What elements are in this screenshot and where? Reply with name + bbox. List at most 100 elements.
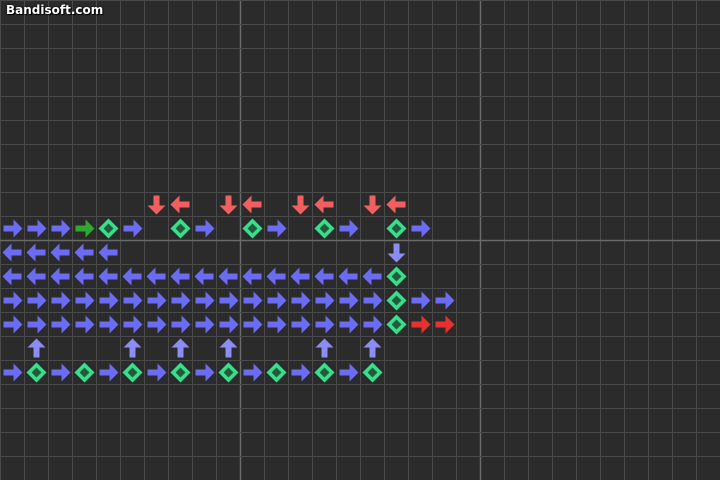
- diamond-tile[interactable]: [242, 218, 263, 239]
- arrow-right-icon[interactable]: [147, 363, 167, 382]
- arrow-right-icon[interactable]: [435, 315, 455, 334]
- arrow-down-icon[interactable]: [219, 195, 238, 215]
- diamond-tile[interactable]: [362, 362, 383, 383]
- arrow-right-icon[interactable]: [75, 291, 95, 310]
- arrow-left-icon[interactable]: [218, 267, 238, 286]
- arrow-right-icon[interactable]: [99, 291, 119, 310]
- arrow-left-icon[interactable]: [170, 267, 190, 286]
- arrow-right-icon[interactable]: [243, 315, 263, 334]
- arrow-right-icon[interactable]: [27, 315, 47, 334]
- arrow-right-icon[interactable]: [123, 291, 143, 310]
- arrow-left-icon[interactable]: [338, 267, 358, 286]
- arrow-left-icon[interactable]: [50, 267, 70, 286]
- diamond-tile[interactable]: [26, 362, 47, 383]
- arrow-down-icon[interactable]: [363, 195, 382, 215]
- arrow-right-icon[interactable]: [363, 291, 383, 310]
- arrow-right-icon[interactable]: [27, 219, 47, 238]
- arrow-left-icon[interactable]: [242, 267, 262, 286]
- arrow-right-icon[interactable]: [339, 315, 359, 334]
- arrow-right-icon[interactable]: [171, 315, 191, 334]
- arrow-left-icon[interactable]: [26, 243, 46, 262]
- board-grid[interactable]: [0, 0, 720, 480]
- diamond-tile[interactable]: [122, 362, 143, 383]
- arrow-left-icon[interactable]: [26, 267, 46, 286]
- arrow-right-icon[interactable]: [51, 315, 71, 334]
- arrow-up-icon[interactable]: [315, 338, 334, 358]
- diamond-tile[interactable]: [74, 362, 95, 383]
- diamond-tile[interactable]: [218, 362, 239, 383]
- arrow-right-icon[interactable]: [339, 363, 359, 382]
- diamond-tile[interactable]: [386, 290, 407, 311]
- arrow-right-icon[interactable]: [411, 291, 431, 310]
- arrow-left-icon[interactable]: [146, 267, 166, 286]
- arrow-down-icon[interactable]: [147, 195, 166, 215]
- arrow-right-icon[interactable]: [3, 315, 23, 334]
- arrow-up-icon[interactable]: [123, 338, 142, 358]
- arrow-right-icon[interactable]: [291, 315, 311, 334]
- arrow-up-icon[interactable]: [171, 338, 190, 358]
- diamond-tile[interactable]: [386, 314, 407, 335]
- arrow-right-icon[interactable]: [363, 315, 383, 334]
- arrow-right-icon[interactable]: [99, 363, 119, 382]
- arrow-left-icon[interactable]: [386, 195, 406, 214]
- arrow-left-icon[interactable]: [50, 243, 70, 262]
- arrow-left-icon[interactable]: [98, 267, 118, 286]
- arrow-right-icon[interactable]: [267, 219, 287, 238]
- arrow-left-icon[interactable]: [170, 195, 190, 214]
- arrow-right-icon[interactable]: [267, 315, 287, 334]
- arrow-left-icon[interactable]: [242, 195, 262, 214]
- arrow-right-icon[interactable]: [147, 315, 167, 334]
- arrow-right-icon[interactable]: [75, 315, 95, 334]
- arrow-left-icon[interactable]: [122, 267, 142, 286]
- arrow-right-icon[interactable]: [339, 219, 359, 238]
- diamond-tile[interactable]: [266, 362, 287, 383]
- arrow-left-icon[interactable]: [290, 267, 310, 286]
- diamond-tile[interactable]: [386, 218, 407, 239]
- arrow-right-icon[interactable]: [3, 291, 23, 310]
- arrow-right-icon[interactable]: [195, 363, 215, 382]
- arrow-left-icon[interactable]: [314, 195, 334, 214]
- arrow-right-icon[interactable]: [243, 291, 263, 310]
- arrow-right-icon[interactable]: [195, 219, 215, 238]
- arrow-right-icon[interactable]: [51, 363, 71, 382]
- arrow-right-icon[interactable]: [315, 315, 335, 334]
- arrow-right-icon[interactable]: [195, 315, 215, 334]
- arrow-right-icon[interactable]: [411, 315, 431, 334]
- arrow-right-icon[interactable]: [267, 291, 287, 310]
- arrow-up-icon[interactable]: [27, 338, 46, 358]
- arrow-right-icon[interactable]: [339, 291, 359, 310]
- arrow-right-icon[interactable]: [147, 291, 167, 310]
- arrow-right-icon[interactable]: [171, 291, 191, 310]
- arrow-right-icon[interactable]: [315, 291, 335, 310]
- arrow-right-icon[interactable]: [3, 219, 23, 238]
- arrow-down-icon[interactable]: [291, 195, 310, 215]
- diamond-tile[interactable]: [314, 362, 335, 383]
- arrow-left-icon[interactable]: [74, 267, 94, 286]
- arrow-right-icon[interactable]: [123, 219, 143, 238]
- arrow-left-icon[interactable]: [362, 267, 382, 286]
- arrow-right-icon[interactable]: [3, 363, 23, 382]
- arrow-up-icon[interactable]: [219, 338, 238, 358]
- arrow-right-icon[interactable]: [291, 291, 311, 310]
- arrow-right-icon[interactable]: [219, 291, 239, 310]
- diamond-tile[interactable]: [98, 218, 119, 239]
- arrow-right-icon[interactable]: [411, 219, 431, 238]
- arrow-left-icon[interactable]: [98, 243, 118, 262]
- diamond-tile[interactable]: [170, 362, 191, 383]
- arrow-left-icon[interactable]: [266, 267, 286, 286]
- diamond-tile[interactable]: [386, 266, 407, 287]
- arrow-up-icon[interactable]: [363, 338, 382, 358]
- game-board[interactable]: Bandisoft.com: [0, 0, 720, 480]
- arrow-right-icon[interactable]: [75, 219, 95, 238]
- arrow-left-icon[interactable]: [74, 243, 94, 262]
- arrow-right-icon[interactable]: [435, 291, 455, 310]
- arrow-right-icon[interactable]: [243, 363, 263, 382]
- arrow-left-icon[interactable]: [2, 267, 22, 286]
- arrow-left-icon[interactable]: [2, 243, 22, 262]
- arrow-left-icon[interactable]: [314, 267, 334, 286]
- arrow-down-icon[interactable]: [387, 243, 406, 263]
- arrow-right-icon[interactable]: [99, 315, 119, 334]
- diamond-tile[interactable]: [170, 218, 191, 239]
- arrow-left-icon[interactable]: [194, 267, 214, 286]
- arrow-right-icon[interactable]: [195, 291, 215, 310]
